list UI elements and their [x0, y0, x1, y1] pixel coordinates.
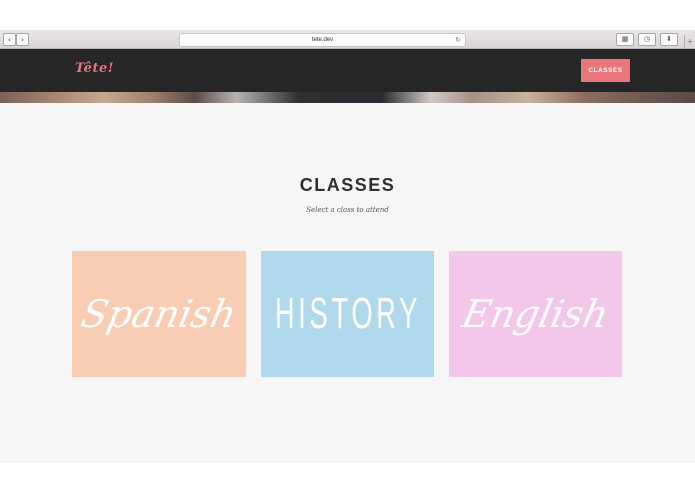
- class-card-label: English: [458, 292, 613, 336]
- reload-icon[interactable]: ↻: [455, 34, 461, 46]
- site-logo[interactable]: Tête!: [75, 61, 114, 76]
- classes-nav-button[interactable]: CLASSES: [581, 59, 630, 82]
- browser-toolbar: ‹ › tete.dev ↻ ▦ ◷ ⬇ +: [0, 30, 695, 49]
- address-bar[interactable]: tete.dev ↻: [179, 33, 466, 47]
- class-card-english[interactable]: English: [449, 251, 622, 377]
- class-card-label: Spanish: [77, 292, 241, 336]
- classes-section: CLASSES Select a class to attend Spanish…: [0, 103, 695, 463]
- grid-icon[interactable]: ▦: [616, 33, 634, 46]
- class-card-spanish[interactable]: Spanish: [72, 251, 246, 377]
- chevron-right-icon[interactable]: ›: [16, 33, 29, 46]
- history-icon[interactable]: ◷: [638, 33, 656, 46]
- hero-image: [0, 92, 695, 103]
- site-header: Tête! CLASSES: [0, 49, 695, 92]
- page-subtitle: Select a class to attend: [306, 206, 389, 214]
- address-url: tete.dev: [311, 37, 334, 43]
- chevron-left-icon[interactable]: ‹: [3, 33, 16, 46]
- class-card-history[interactable]: HISTORY: [261, 251, 434, 377]
- download-icon[interactable]: ⬇: [660, 33, 678, 46]
- class-card-label: HISTORY: [274, 289, 421, 338]
- new-tab-icon[interactable]: +: [684, 35, 695, 48]
- page-title: CLASSES: [299, 175, 396, 195]
